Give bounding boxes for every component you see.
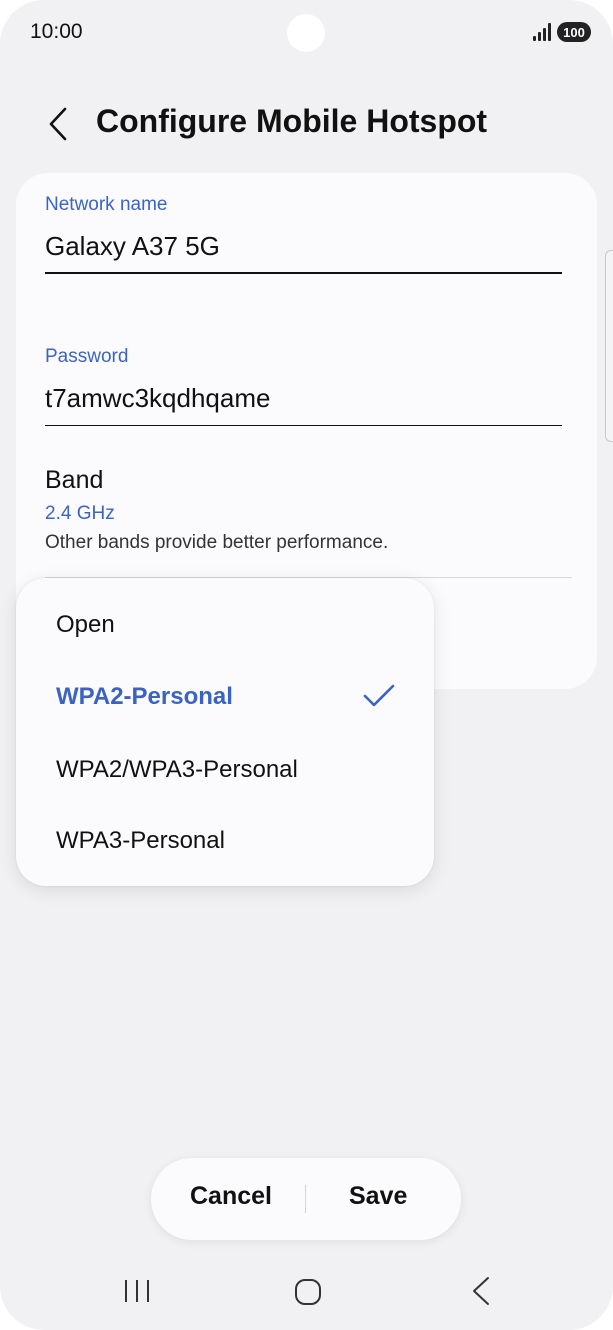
nav-back-icon[interactable] [466,1274,494,1308]
back-arrow-icon[interactable] [40,104,76,144]
network-name-input[interactable]: Galaxy A37 5G [45,231,220,262]
network-name-label: Network name [45,194,168,215]
home-icon[interactable] [292,1276,324,1308]
option-wpa3-personal[interactable]: WPA3-Personal [56,827,225,855]
action-divider [305,1185,306,1213]
action-bar: Cancel Save [151,1158,461,1240]
option-wpa2-personal[interactable]: WPA2-Personal [56,683,233,711]
battery-icon: 100 [557,22,591,42]
band-description: Other bands provide better performance. [45,532,389,553]
check-icon [362,682,396,710]
password-label: Password [45,346,129,367]
scroll-indicator[interactable] [605,250,613,442]
screen: 10:00 100 Configure Mobile Hotspot Netwo… [0,0,613,1330]
option-open[interactable]: Open [56,611,115,639]
signal-icon [533,23,551,41]
recent-apps-icon[interactable] [120,1276,154,1306]
save-button[interactable]: Save [349,1182,407,1211]
band-title[interactable]: Band [45,466,103,495]
password-underline [45,425,562,426]
password-input[interactable]: t7amwc3kqdhqame [45,383,270,414]
option-wpa2-wpa3-personal[interactable]: WPA2/WPA3-Personal [56,756,298,784]
cancel-button[interactable]: Cancel [190,1182,272,1211]
security-dropdown: Open WPA2-Personal WPA2/WPA3-Personal WP… [16,578,434,886]
band-value: 2.4 GHz [45,503,115,524]
network-name-underline [45,272,562,274]
camera-cutout [287,14,325,52]
status-icons: 100 [533,22,591,42]
status-time: 10:00 [30,20,83,43]
page-title: Configure Mobile Hotspot [96,103,488,139]
